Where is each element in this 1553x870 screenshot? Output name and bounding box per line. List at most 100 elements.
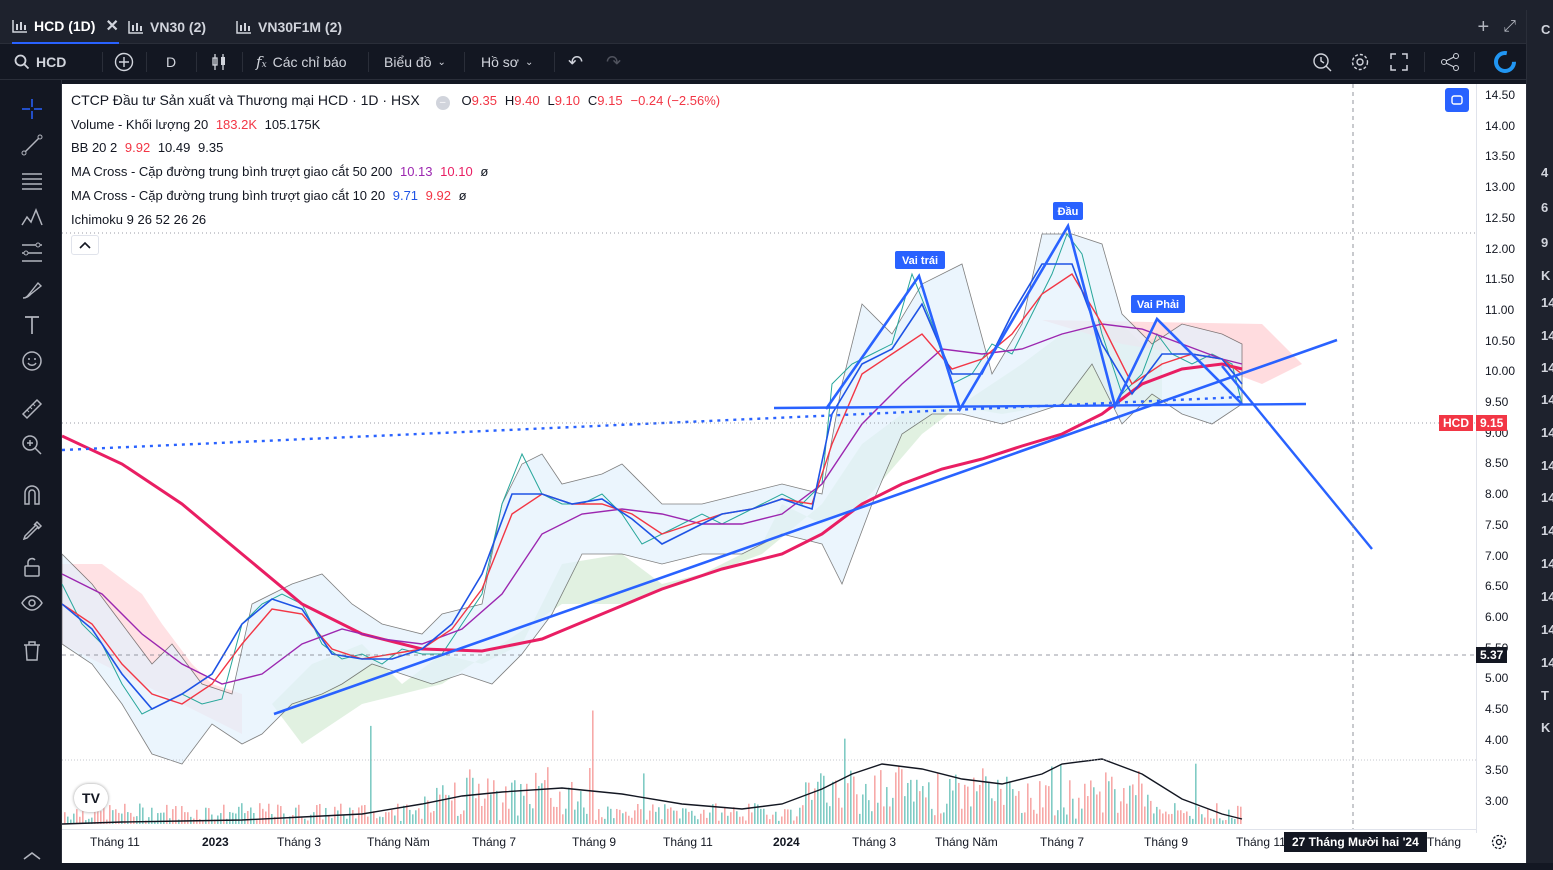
legend-title-row: CTCP Đầu tư Sản xuất và Thương mại HCD ·… — [71, 92, 724, 110]
legend-title[interactable]: CTCP Đầu tư Sản xuất và Thương mại HCD ·… — [71, 92, 420, 108]
volume-bar — [502, 802, 504, 824]
tab-label: VN30 (2) — [150, 19, 207, 35]
settings-button[interactable] — [1350, 44, 1370, 80]
add-tab-icon[interactable]: + — [1478, 16, 1490, 39]
tab-hcd[interactable]: HCD (1D) ✕ — [12, 10, 119, 44]
legend-ichimoku[interactable]: Ichimoku 9 26 52 26 26 — [71, 212, 210, 227]
fullscreen-button[interactable] — [1390, 44, 1408, 80]
volume-bar — [1105, 772, 1107, 824]
brush-icon[interactable] — [19, 276, 45, 302]
volume-bar — [1144, 806, 1146, 824]
legend-ma-cross-50-200[interactable]: MA Cross - Cặp đường trung bình trượt gi… — [71, 164, 492, 179]
volume-bar — [802, 805, 804, 824]
chart-type-button[interactable]: Biểu đồ ⌄ — [384, 44, 446, 80]
volume-bar — [301, 816, 303, 824]
volume-bar — [862, 794, 864, 824]
watchlist-cell: 14 — [1541, 328, 1553, 343]
undo-icon: ↶ — [568, 51, 584, 72]
chart-pane[interactable]: Vai trái Đầu Vai Phải CTCP Đầu tư Sản xu… — [62, 84, 1526, 863]
volume-bar — [898, 765, 900, 824]
indicators-button[interactable]: fx Các chỉ báo — [256, 44, 347, 80]
volume-bar — [910, 779, 912, 824]
tv-logo[interactable]: TV — [74, 784, 108, 812]
volume-bar — [433, 811, 435, 824]
expand-icon[interactable]: ⤢ — [1503, 18, 1516, 36]
legend-ma1-name: MA Cross - Cặp đường trung bình trượt gi… — [71, 164, 393, 179]
undo-button[interactable]: ↶ — [568, 44, 583, 80]
chart-sync-button[interactable] — [1445, 88, 1469, 112]
tab-vn30[interactable]: VN30 (2) — [128, 10, 206, 44]
horizontal-lines-icon[interactable] — [19, 168, 45, 194]
volume-bar — [577, 801, 579, 824]
smile-icon[interactable] — [19, 348, 45, 374]
volume-bar — [1237, 805, 1239, 824]
volume-bar — [709, 812, 711, 824]
crosshair-price-tag: 5.37 — [1476, 647, 1508, 663]
profile-button[interactable]: Hồ sơ ⌄ — [481, 44, 533, 80]
lock-drawing-icon[interactable] — [19, 518, 45, 544]
trend-line-icon[interactable] — [19, 132, 45, 158]
quick-search-button[interactable] — [1312, 44, 1332, 80]
volume-bar — [511, 782, 513, 824]
tab-vn30f1m[interactable]: VN30F1M (2) — [236, 10, 342, 44]
fib-icon[interactable] — [19, 240, 45, 266]
volume-bar — [1183, 813, 1185, 824]
volume-bar — [853, 776, 855, 824]
volume-bar — [724, 807, 726, 824]
crosshair-icon[interactable] — [19, 96, 45, 122]
legend-volume[interactable]: Volume - Khối lượng 20 183.2K 105.175K — [71, 117, 324, 132]
volume-bar — [106, 819, 108, 824]
plus-circle-icon — [114, 52, 134, 72]
volume-bar — [580, 791, 582, 824]
volume-bar — [469, 769, 471, 824]
volume-bar — [643, 773, 645, 824]
annotation-right-shoulder[interactable]: Vai Phải — [1131, 295, 1185, 313]
volume-bar — [1042, 807, 1044, 824]
legend-ma-cross-10-20[interactable]: MA Cross - Cặp đường trung bình trượt gi… — [71, 188, 471, 203]
symbol-search[interactable]: HCD — [14, 44, 66, 80]
volume-bar — [553, 806, 555, 824]
volume-bar — [1213, 818, 1215, 824]
share-button[interactable] — [1440, 44, 1460, 80]
lock-icon[interactable] — [19, 554, 45, 580]
volume-bar — [253, 813, 255, 824]
candles-button[interactable] — [210, 44, 228, 80]
time-axis[interactable]: Tháng 11 2023 Tháng 3 Tháng Năm Tháng 7 Tháng… — [62, 829, 1476, 859]
text-icon[interactable] — [19, 312, 45, 338]
pattern-icon[interactable] — [19, 204, 45, 230]
volume-bar — [1192, 818, 1194, 824]
close-icon[interactable]: ✕ — [105, 16, 118, 36]
price-axis-tick: 8.00 — [1485, 487, 1509, 502]
ruler-icon[interactable] — [19, 396, 45, 422]
axis-settings-button[interactable] — [1490, 833, 1508, 856]
volume-bar — [598, 809, 600, 824]
volume-bar — [319, 803, 321, 824]
volume-bar — [1063, 807, 1065, 824]
trash-icon[interactable] — [19, 638, 45, 664]
legend-bb[interactable]: BB 20 2 9.92 10.49 9.35 — [71, 140, 227, 155]
collapse-panel-icon[interactable] — [19, 844, 45, 870]
volume-bar — [1114, 789, 1116, 824]
eye-icon[interactable] — [19, 590, 45, 616]
compare-button[interactable] — [114, 44, 134, 80]
magnet-icon[interactable] — [19, 482, 45, 508]
brand-logo[interactable] — [1494, 44, 1516, 80]
price-axis[interactable]: 14.50 14.00 13.50 13.00 12.50 12.00 11.50 11.00… — [1476, 84, 1526, 833]
time-axis-tick: Tháng 3 — [277, 835, 322, 849]
legend-collapse-button[interactable] — [71, 235, 99, 255]
symbol-price-tag: HCD — [1439, 415, 1473, 431]
redo-button[interactable]: ↷ — [606, 44, 621, 80]
volume-bar — [1075, 818, 1077, 824]
volume-bar — [268, 803, 270, 824]
annotation-left-shoulder[interactable]: Vai trái — [895, 251, 945, 269]
volume-bar — [994, 801, 996, 824]
annotation-head[interactable]: Đầu — [1053, 202, 1083, 220]
legend-bb-v3: 9.35 — [198, 140, 224, 155]
volume-bar — [508, 808, 510, 824]
volume-bar — [1234, 819, 1236, 824]
volume-bar — [670, 807, 672, 824]
watchlist-panel[interactable]: C 4 6 9 K 14 14 14 14 14 14 14 14 14 14 14 14 T K — [1526, 10, 1553, 863]
interval-button[interactable]: D — [166, 44, 176, 80]
legend-status-icon[interactable]: – — [435, 96, 450, 110]
zoom-in-icon[interactable] — [19, 432, 45, 458]
